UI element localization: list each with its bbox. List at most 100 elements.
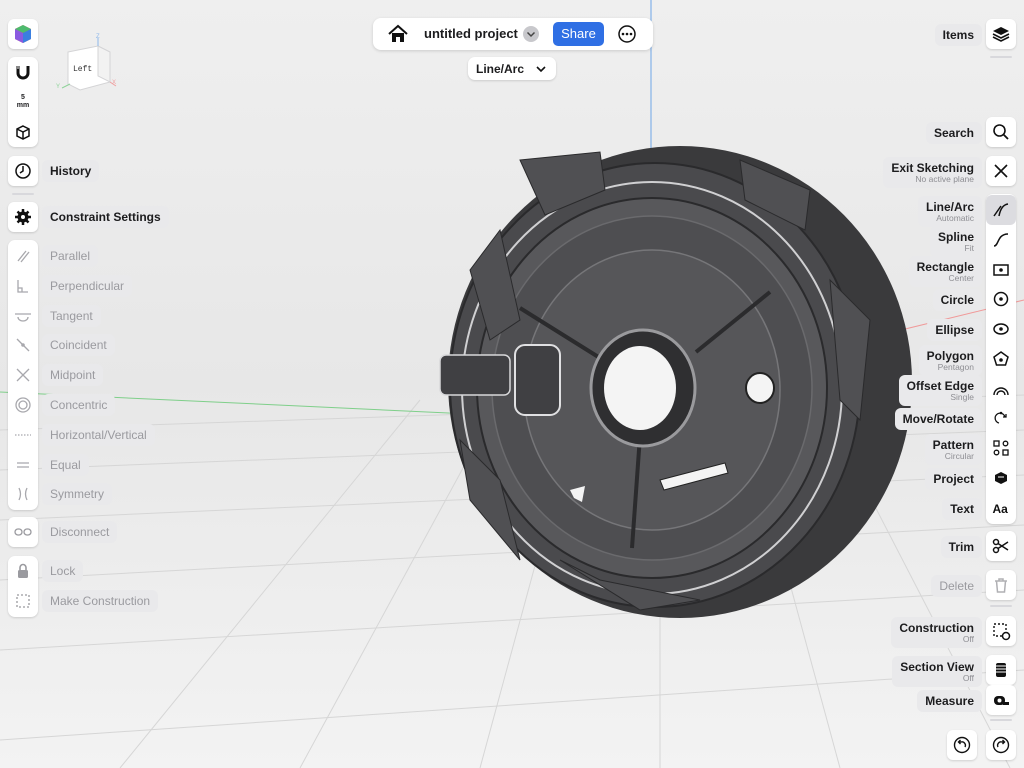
make-construction-label[interactable]: Make Construction xyxy=(42,590,159,612)
constraint-horizontal-vertical-button[interactable] xyxy=(8,420,38,450)
tool-circle-button[interactable] xyxy=(986,284,1016,314)
snap-button[interactable] xyxy=(8,57,38,87)
tool-rectangle-label[interactable]: Rectangle Center xyxy=(908,256,982,287)
tool-ellipse-button[interactable] xyxy=(986,314,1016,344)
disconnect-button[interactable] xyxy=(8,517,38,547)
constraint-coincident-label[interactable]: Coincident xyxy=(42,334,115,357)
project-icon xyxy=(995,472,1007,484)
history-button[interactable] xyxy=(8,156,38,186)
trim-label[interactable]: Trim xyxy=(940,536,982,558)
items-button[interactable] xyxy=(986,19,1016,49)
search-label[interactable]: Search xyxy=(925,122,982,144)
midpoint-icon xyxy=(16,368,30,382)
exit-sketching-label[interactable]: Exit Sketching No active plane xyxy=(883,157,982,188)
magnet-icon xyxy=(16,66,30,80)
tool-line-arc-button[interactable] xyxy=(986,195,1016,225)
constraint-tangent-button[interactable] xyxy=(8,301,38,331)
tool-rectangle-button[interactable] xyxy=(986,255,1016,285)
tool-pattern-title: Pattern xyxy=(932,438,974,452)
constraint-horizontal-vertical-label[interactable]: Horizontal/Vertical xyxy=(42,423,155,446)
make-construction-button[interactable] xyxy=(8,586,38,616)
constraint-perpendicular-button[interactable] xyxy=(8,271,38,301)
constraint-coincident-button[interactable] xyxy=(8,330,38,360)
construction-sub: Off xyxy=(962,634,974,644)
view-cube-axis-y: Y xyxy=(56,84,60,90)
ellipse-icon xyxy=(993,323,1009,335)
delete-button[interactable] xyxy=(986,570,1016,600)
grid-units-readout[interactable]: 5 mm xyxy=(8,94,38,110)
search-button[interactable] xyxy=(986,117,1016,147)
tool-rectangle-sub: Center xyxy=(948,273,974,283)
section-view-button[interactable] xyxy=(986,655,1016,685)
items-label[interactable]: Items xyxy=(934,24,982,46)
dashed-square-icon xyxy=(16,594,30,608)
tool-offset-edge-button[interactable] xyxy=(986,374,1016,404)
view-cube-axis-x: X xyxy=(112,80,116,86)
constraint-parallel-label[interactable]: Parallel xyxy=(42,245,99,267)
history-label[interactable]: History xyxy=(42,160,100,182)
tool-line-arc-label[interactable]: Line/Arc Automatic xyxy=(917,196,982,227)
tool-ellipse-label[interactable]: Ellipse xyxy=(927,319,982,341)
constraint-symmetry-button[interactable] xyxy=(8,479,38,509)
right-separator-2 xyxy=(990,605,1012,607)
constraint-concentric-label[interactable]: Concentric xyxy=(42,394,116,416)
scissors-icon xyxy=(992,538,1009,554)
constraint-equal-label[interactable]: Equal xyxy=(42,453,89,476)
pattern-icon xyxy=(993,440,1009,456)
svg-text:Aa: Aa xyxy=(993,502,1009,516)
trash-icon xyxy=(995,578,1007,593)
tool-pattern-button[interactable] xyxy=(986,433,1016,463)
more-button[interactable] xyxy=(617,24,637,44)
tool-text-button[interactable]: Aa xyxy=(986,493,1016,523)
delete-label[interactable]: Delete xyxy=(931,575,982,597)
lock-label[interactable]: Lock xyxy=(42,560,84,582)
constraint-symmetry-label[interactable]: Symmetry xyxy=(42,483,112,506)
tool-project-label[interactable]: Project xyxy=(925,468,982,490)
tool-polygon-label[interactable]: Polygon Pentagon xyxy=(918,345,982,376)
project-menu-button[interactable] xyxy=(523,26,539,42)
tool-polygon-title: Polygon xyxy=(926,349,974,363)
constraint-parallel-button[interactable] xyxy=(8,241,38,271)
tool-move-rotate-label[interactable]: Move/Rotate xyxy=(894,408,982,430)
tool-line-arc-title: Line/Arc xyxy=(925,200,974,214)
disconnect-label[interactable]: Disconnect xyxy=(42,521,118,543)
tool-offset-edge-label[interactable]: Offset Edge Single xyxy=(898,375,982,406)
constraint-midpoint-label[interactable]: Midpoint xyxy=(42,364,104,387)
rectangle-icon xyxy=(993,264,1009,276)
tool-polygon-button[interactable] xyxy=(986,344,1016,374)
redo-button[interactable] xyxy=(986,730,1016,760)
tool-pattern-label[interactable]: Pattern Circular xyxy=(924,434,982,465)
tool-circle-label[interactable]: Circle xyxy=(932,289,982,311)
project-title[interactable]: untitled project xyxy=(424,26,518,41)
constraint-tangent-label[interactable]: Tangent xyxy=(42,304,101,327)
spline-icon xyxy=(993,233,1009,247)
constraint-settings-label[interactable]: Constraint Settings xyxy=(42,206,169,228)
constraint-perpendicular-label[interactable]: Perpendicular xyxy=(42,274,133,297)
lock-button[interactable] xyxy=(8,556,38,586)
tool-project-button[interactable] xyxy=(986,463,1016,493)
constraint-midpoint-button[interactable] xyxy=(8,360,38,390)
tool-spline-button[interactable] xyxy=(986,225,1016,255)
3d-viewport[interactable]: Left Y Z X xyxy=(0,0,1024,768)
construction-button[interactable] xyxy=(986,616,1016,646)
view-cube-axis-z: Z xyxy=(96,34,100,40)
tool-pattern-sub: Circular xyxy=(944,451,974,461)
sketch-mode-dropdown[interactable]: Line/Arc xyxy=(468,57,556,80)
construction-label[interactable]: Construction Off xyxy=(891,617,982,648)
trim-button[interactable] xyxy=(986,531,1016,561)
constraint-equal-button[interactable] xyxy=(8,450,38,480)
app-logo-button[interactable] xyxy=(8,19,38,49)
orientation-button[interactable] xyxy=(8,117,38,147)
tool-spline-label[interactable]: Spline Fit xyxy=(929,226,982,257)
measure-label[interactable]: Measure xyxy=(917,690,982,712)
home-button[interactable] xyxy=(387,24,409,44)
undo-button[interactable] xyxy=(947,730,977,760)
measure-button[interactable] xyxy=(986,685,1016,715)
section-view-label[interactable]: Section View Off xyxy=(892,656,982,687)
share-button[interactable]: Share xyxy=(553,22,604,46)
tool-text-label[interactable]: Text xyxy=(942,498,982,520)
exit-sketching-button[interactable] xyxy=(986,156,1016,186)
constraint-settings-button[interactable] xyxy=(8,202,38,232)
constraint-concentric-button[interactable] xyxy=(8,390,38,420)
tool-move-rotate-button[interactable] xyxy=(986,403,1016,433)
